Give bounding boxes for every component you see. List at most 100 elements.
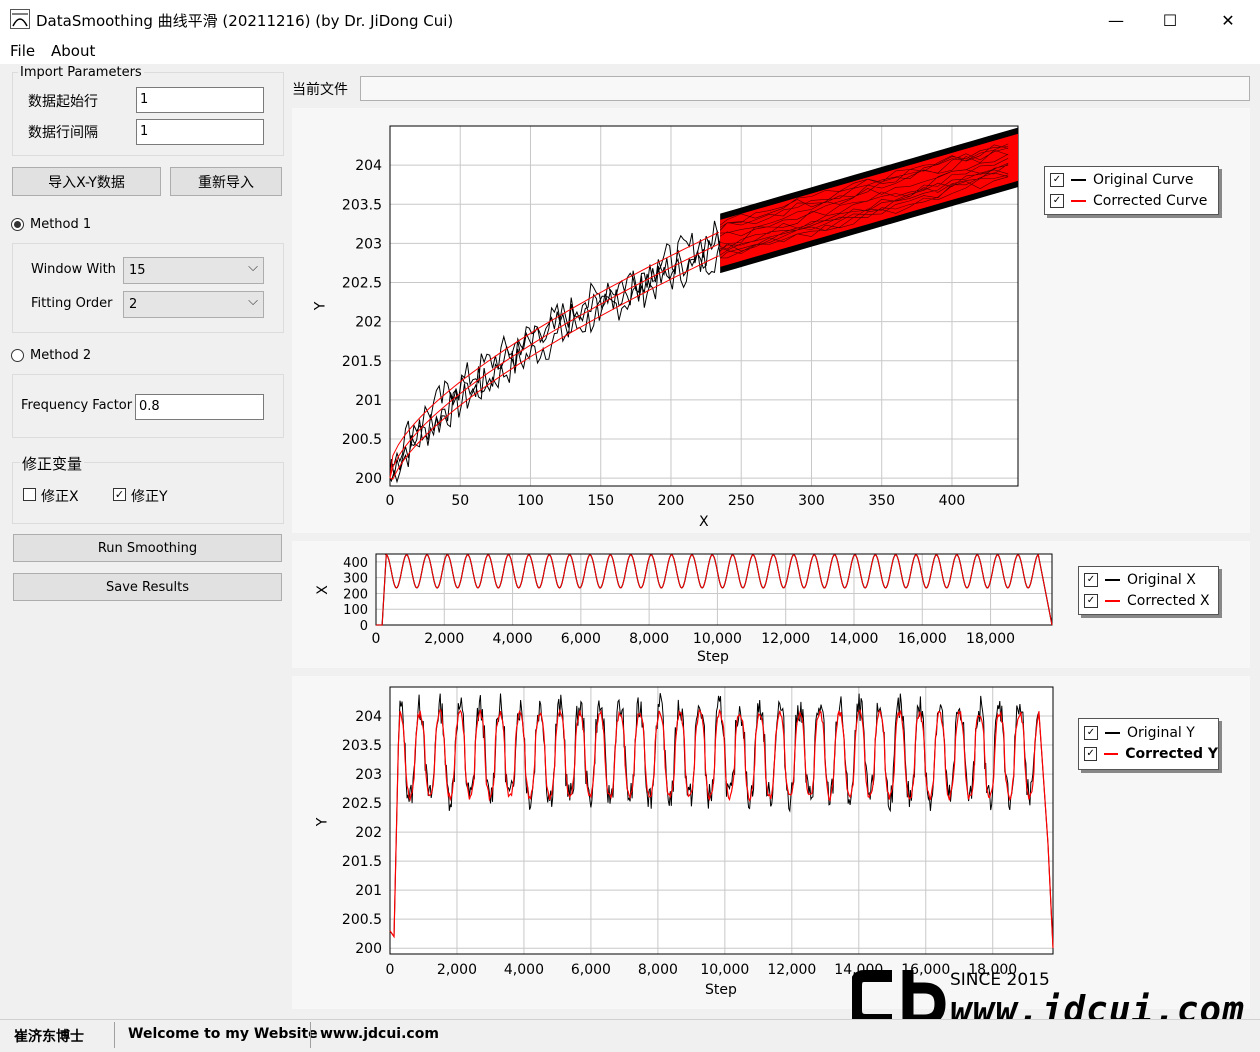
- y-tick-label: 200.5: [342, 912, 382, 928]
- legend-swatch: [1071, 199, 1086, 202]
- x-tick-label: 6,000: [571, 962, 611, 978]
- y-tick-label: 201: [355, 883, 382, 899]
- method2-radio[interactable]: [11, 349, 24, 362]
- y-tick-label: 300: [343, 572, 368, 587]
- x-step-chart-legend: ✓ Original X ✓ Corrected X: [1078, 566, 1219, 615]
- method1-radio[interactable]: [11, 218, 24, 231]
- y-tick-label: 200: [355, 941, 382, 957]
- y-tick-label: 100: [343, 603, 368, 618]
- y-step-chart-xlabel: Step: [705, 982, 737, 998]
- app-icon: [10, 9, 30, 29]
- x-step-chart-xlabel: Step: [697, 649, 729, 665]
- legend-checkbox[interactable]: ✓: [1084, 572, 1098, 587]
- legend-swatch: [1105, 731, 1120, 734]
- correct-x-checkbox[interactable]: [23, 488, 36, 501]
- xy-chart-legend: ✓ Original Curve ✓ Corrected Curve: [1044, 166, 1219, 215]
- legend-label: Corrected Y: [1125, 745, 1218, 762]
- y-tick-label: 200: [355, 471, 382, 487]
- y-tick-label: 202.5: [342, 796, 382, 812]
- y-tick-label: 200: [343, 587, 368, 602]
- start-row-label: 数据起始行: [28, 94, 98, 110]
- method1-label: Method 1: [30, 217, 92, 232]
- window-with-label: Window With: [31, 262, 116, 277]
- x-tick-label: 4,000: [504, 962, 544, 978]
- fitting-order-label: Fitting Order: [31, 296, 113, 311]
- correction-title: 修正变量: [20, 453, 85, 474]
- fitting-order-value: 2: [129, 297, 138, 312]
- x-tick-label: 50: [451, 493, 469, 509]
- y-tick-label: 203.5: [342, 738, 382, 754]
- menu-file[interactable]: File: [10, 42, 35, 60]
- correct-y-checkbox[interactable]: ✓: [113, 488, 126, 501]
- legend-item-original-curve[interactable]: ✓ Original Curve: [1050, 169, 1218, 190]
- y-tick-label: 204: [355, 709, 382, 725]
- y-tick-label: 204: [355, 158, 382, 174]
- plot-area: [390, 687, 1053, 954]
- legend-checkbox[interactable]: ✓: [1084, 593, 1098, 608]
- x-tick-label: 18,000: [966, 631, 1015, 647]
- x-tick-label: 10,000: [700, 962, 749, 978]
- row-interval-input[interactable]: 1: [136, 119, 264, 145]
- x-tick-label: 14,000: [829, 631, 878, 647]
- status-welcome: Welcome to my Website: [128, 1026, 318, 1042]
- frequency-factor-input[interactable]: 0.8: [135, 394, 264, 420]
- minimize-button[interactable]: —: [1088, 0, 1144, 40]
- y-tick-label: 201.5: [342, 854, 382, 870]
- y-tick-label: 203.5: [342, 197, 382, 213]
- y-tick-label: 202: [355, 825, 382, 841]
- legend-label: Original Y: [1127, 724, 1195, 741]
- legend-checkbox[interactable]: ✓: [1084, 746, 1098, 761]
- jdcui-logo: [850, 966, 947, 1026]
- legend-checkbox[interactable]: ✓: [1050, 193, 1064, 208]
- legend-checkbox[interactable]: ✓: [1084, 725, 1098, 740]
- legend-item-original-x[interactable]: ✓ Original X: [1084, 569, 1218, 590]
- start-row-input[interactable]: 1: [136, 87, 264, 113]
- save-results-button[interactable]: Save Results: [13, 573, 282, 601]
- current-file-label: 当前文件: [292, 82, 348, 98]
- legend-checkbox[interactable]: ✓: [1050, 172, 1064, 187]
- status-divider: [310, 1022, 311, 1048]
- legend-item-corrected-curve[interactable]: ✓ Corrected Curve: [1050, 190, 1218, 211]
- window-with-select[interactable]: 15 ⌵: [123, 257, 264, 284]
- correct-x-label: 修正X: [41, 489, 79, 505]
- x-tick-label: 300: [798, 493, 825, 509]
- legend-item-corrected-y[interactable]: ✓ Corrected Y: [1084, 743, 1218, 764]
- close-button[interactable]: ✕: [1200, 0, 1256, 40]
- x-tick-label: 16,000: [898, 631, 947, 647]
- y-tick-label: 202.5: [342, 276, 382, 292]
- window-title: DataSmoothing 曲线平滑 (20211216) (by Dr. Ji…: [36, 12, 454, 30]
- x-tick-label: 100: [517, 493, 544, 509]
- x-tick-label: 350: [868, 493, 895, 509]
- y-tick-label: 400: [343, 556, 368, 571]
- fitting-order-select[interactable]: 2 ⌵: [123, 291, 264, 318]
- current-file-input[interactable]: [360, 76, 1250, 101]
- y-tick-label: 201.5: [342, 354, 382, 370]
- x-tick-label: 200: [658, 493, 685, 509]
- x-tick-label: 10,000: [693, 631, 742, 647]
- xy-chart-xlabel: X: [699, 514, 709, 530]
- reimport-button[interactable]: 重新导入: [170, 167, 282, 196]
- status-url-link[interactable]: www.jdcui.com: [320, 1026, 439, 1042]
- x-tick-label: 6,000: [561, 631, 601, 647]
- plot-area: [376, 554, 1052, 625]
- legend-item-corrected-x[interactable]: ✓ Corrected X: [1084, 590, 1218, 611]
- status-divider: [114, 1022, 115, 1048]
- run-smoothing-button[interactable]: Run Smoothing: [13, 534, 282, 562]
- legend-item-original-y[interactable]: ✓ Original Y: [1084, 722, 1218, 743]
- since-text: SINCE 2015: [950, 970, 1050, 990]
- menu-about[interactable]: About: [51, 42, 95, 60]
- x-tick-label: 12,000: [761, 631, 810, 647]
- x-tick-label: 0: [386, 493, 395, 509]
- y-step-chart-legend: ✓ Original Y ✓ Corrected Y: [1078, 718, 1219, 770]
- row-interval-label: 数据行间隔: [28, 125, 98, 141]
- y-tick-label: 202: [355, 315, 382, 331]
- y-tick-label: 0: [360, 619, 368, 634]
- x-tick-label: 12,000: [767, 962, 816, 978]
- import-xy-button[interactable]: 导入X-Y数据: [12, 167, 161, 196]
- y-step-chart-ylabel: Y: [314, 817, 331, 827]
- legend-label: Original X: [1127, 571, 1196, 588]
- x-step-chart-ylabel: X: [314, 585, 331, 595]
- chevron-down-icon: ⌵: [248, 294, 258, 309]
- maximize-button[interactable]: ☐: [1142, 0, 1198, 40]
- legend-label: Corrected X: [1127, 592, 1210, 609]
